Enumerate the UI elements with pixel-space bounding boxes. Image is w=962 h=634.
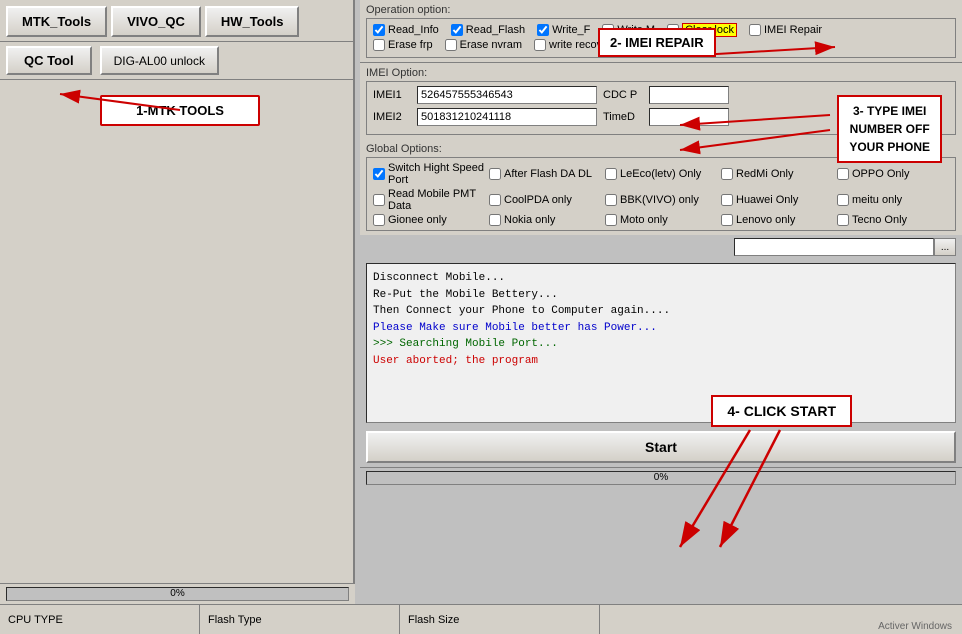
annotation-1: 1-MTK TOOLS [100,95,260,126]
flash-type-cell: Flash Type [200,605,400,634]
console-line-5: >>> Searching Mobile Port... [373,336,949,353]
cb-meitu[interactable]: meitu only [837,188,949,212]
time-input[interactable] [649,108,729,126]
cb-coolpda[interactable]: CoolPDA only [489,188,601,212]
annotation-2: 2- IMEI REPAIR [598,28,716,57]
progress-bar-left: 0% [6,587,349,601]
cb-erase-nvram[interactable]: Erase nvram [445,39,522,51]
qc-tool-button[interactable]: QC Tool [6,46,92,75]
cpu-type-cell: CPU TYPE [0,605,200,634]
progress-left: 0% [0,583,355,604]
left-panel: MTK_Tools VIVO_QC HW_Tools QC Tool DIG-A… [0,0,355,634]
start-button[interactable]: Start [366,431,956,463]
cdc-input[interactable] [649,86,729,104]
mtk-tools-button[interactable]: MTK_Tools [6,6,107,37]
console-line-2: Re-Put the Mobile Bettery... [373,287,949,304]
cb-bbk-vivo[interactable]: BBK(VIVO) only [605,188,717,212]
cb-redmi[interactable]: RedMi Only [721,162,833,186]
cb-gionee[interactable]: Gionee only [373,214,485,226]
console-line-3: Then Connect your Phone to Computer agai… [373,303,949,320]
flash-size-cell: Flash Size [400,605,600,634]
cb-read-info[interactable]: Read_Info [373,24,439,36]
imei2-label: IMEI2 [373,111,411,123]
cb-oppo[interactable]: OPPO Only [837,162,949,186]
search-input[interactable] [734,238,934,256]
imei1-label: IMEI1 [373,89,411,101]
progress-bar-right: 0% [366,471,956,485]
cb-switch-hight[interactable]: Switch Hight Speed Port [373,162,485,186]
cb-nokia[interactable]: Nokia only [489,214,601,226]
cb-read-flash[interactable]: Read_Flash [451,24,525,36]
time-label: TimeD [603,111,643,123]
activate-windows-label: Activer Windows [878,621,952,632]
cb-write-f[interactable]: Write_F [537,24,590,36]
cb-imei-repair[interactable]: IMEI Repair [749,24,822,36]
dig-al00-button[interactable]: DIG-AL00 unlock [100,46,219,75]
annotation-3: 3- TYPE IMEINUMBER OFFYOUR PHONE [837,95,942,163]
toolbar-top: MTK_Tools VIVO_QC HW_Tools [0,0,353,42]
console-output: Disconnect Mobile... Re-Put the Mobile B… [366,263,956,423]
annotation-4: 4- CLICK START [711,395,852,427]
search-bar: ... [360,235,962,259]
bottom-bar: CPU TYPE Flash Type Flash Size Activer W… [0,604,962,634]
vivo-qc-button[interactable]: VIVO_QC [111,6,201,37]
global-grid: Switch Hight Speed Port After Flash DA D… [373,162,949,226]
cb-after-flash[interactable]: After Flash DA DL [489,162,601,186]
imei2-input[interactable] [417,108,597,126]
cdc-label: CDC P [603,89,643,101]
progress-right-area: 0% [360,467,962,488]
cb-read-mobile[interactable]: Read Mobile PMT Data [373,188,485,212]
hw-tools-button[interactable]: HW_Tools [205,6,300,37]
cb-moto[interactable]: Moto only [605,214,717,226]
console-line-4: Please Make sure Mobile better has Power… [373,320,949,337]
imei1-input[interactable] [417,86,597,104]
right-panel: Operation option: Read_Info Read_Flash W… [360,0,962,488]
cb-tecno[interactable]: Tecno Only [837,214,949,226]
search-button[interactable]: ... [934,238,956,256]
progress-label-right: 0% [654,472,668,483]
cb-huawei[interactable]: Huawei Only [721,188,833,212]
imei-section-label: IMEI Option: [366,67,956,79]
cb-lenovo[interactable]: Lenovo only [721,214,833,226]
cb-erase-frp[interactable]: Erase frp [373,39,433,51]
toolbar-second: QC Tool DIG-AL00 unlock [0,42,353,80]
cb-leeco[interactable]: LeEco(letv) Only [605,162,717,186]
op-options-label: Operation option: [366,4,956,16]
global-inner: Switch Hight Speed Port After Flash DA D… [366,157,956,231]
start-button-area: Start [360,427,962,467]
console-line-1: Disconnect Mobile... [373,270,949,287]
console-line-6: User aborted; the program [373,353,949,370]
progress-label-left: 0% [170,588,184,599]
